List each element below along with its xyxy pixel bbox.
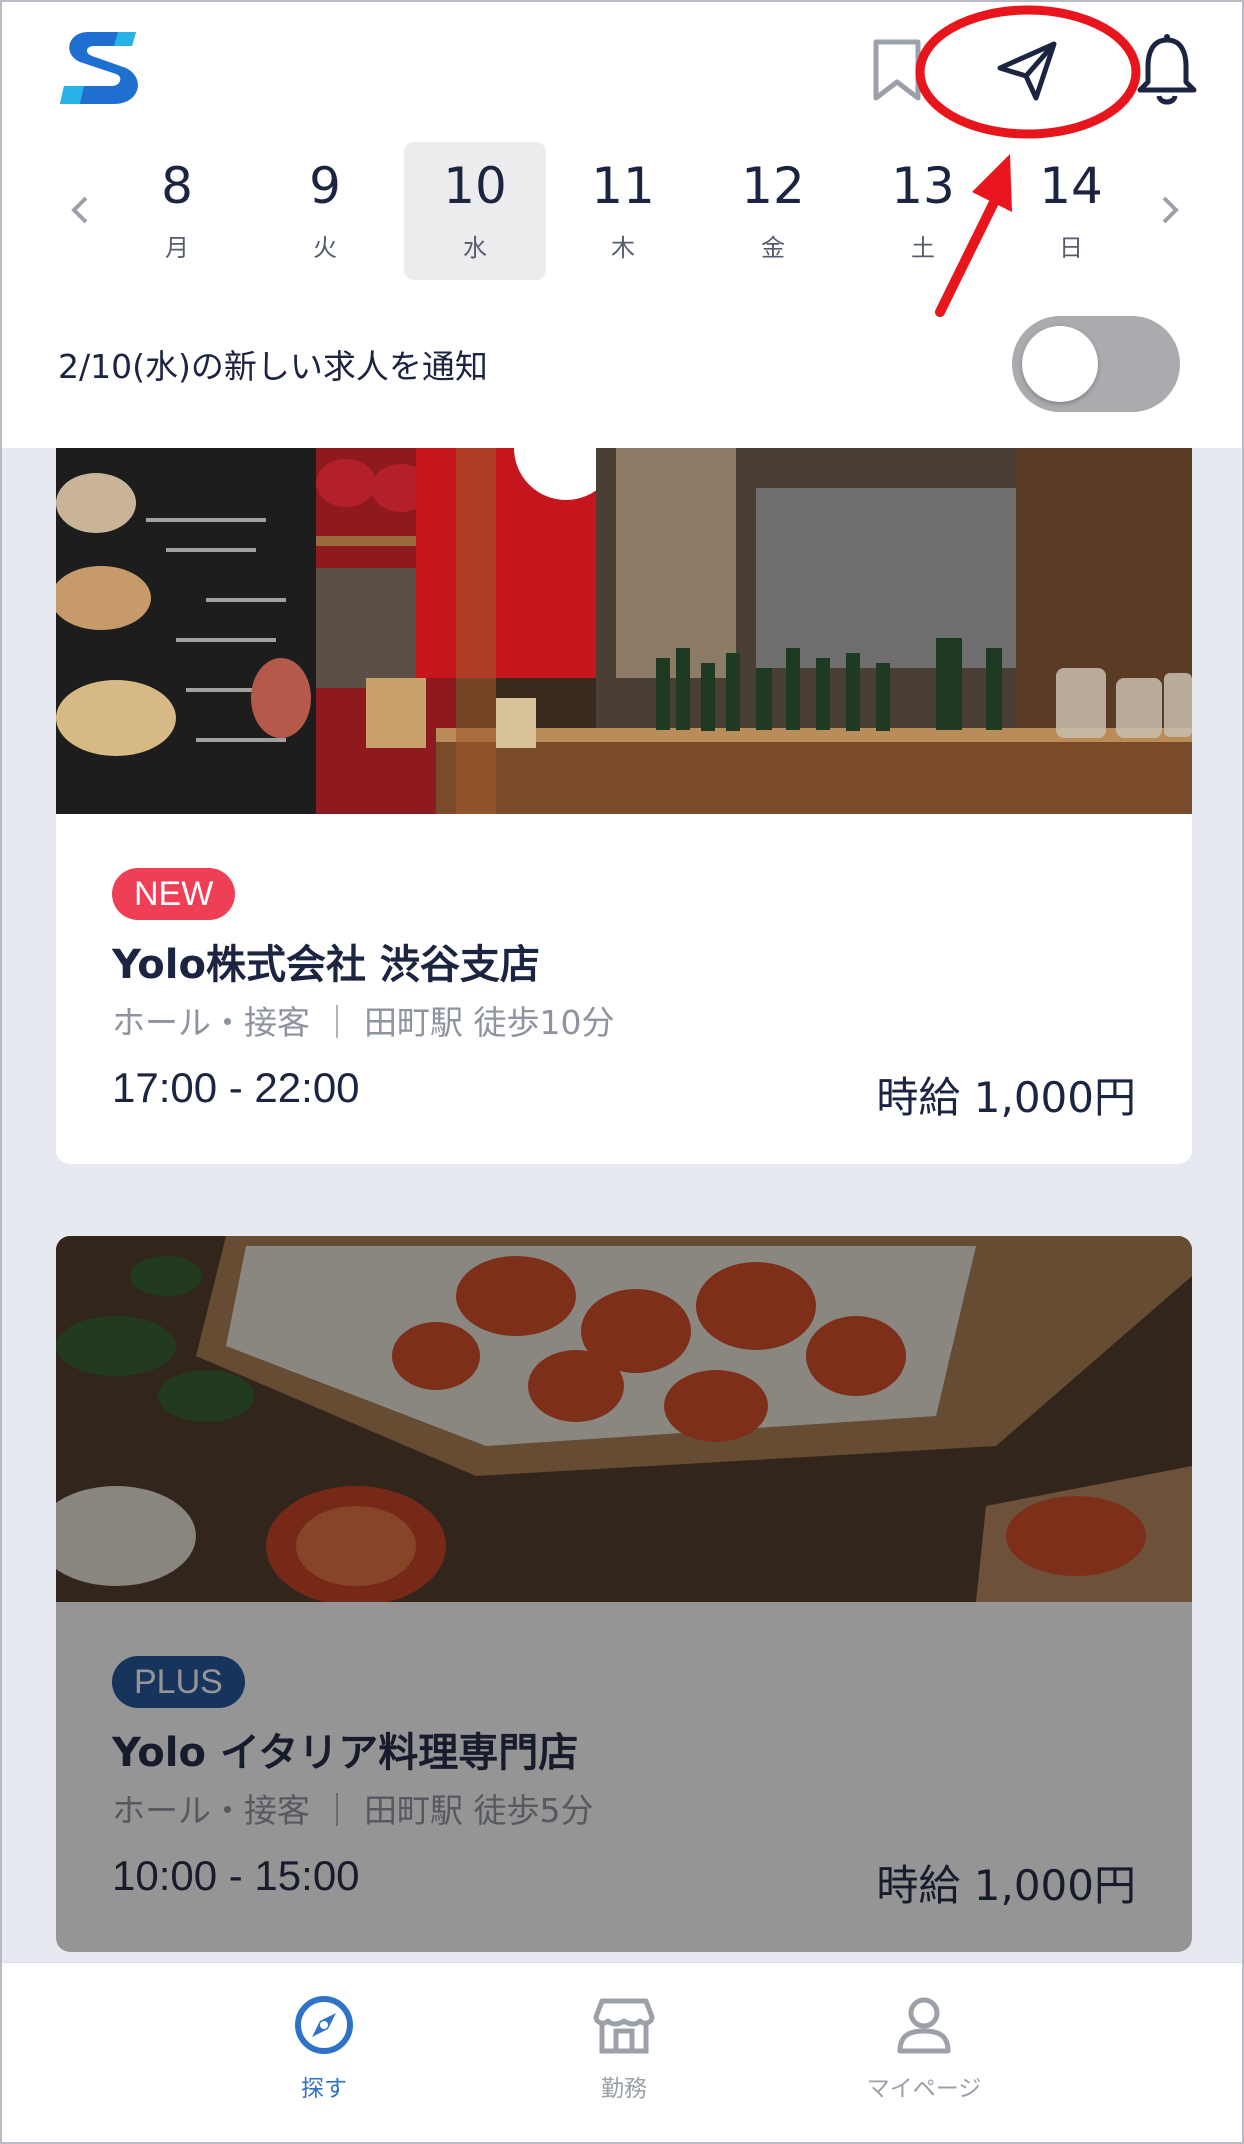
tab-explore[interactable]: 探す [204, 1993, 444, 2123]
store-icon [593, 1998, 655, 2054]
dim-overlay [56, 1236, 1192, 1952]
job-card-body: NEW Yolo株式会社 渋谷支店 ホール・接客 ｜ 田町駅 徒歩10分 17:… [56, 814, 1192, 1164]
compass-icon [295, 1996, 353, 2054]
chevron-right-icon[interactable] [1150, 185, 1190, 235]
date-item[interactable]: 14 日 [1000, 142, 1142, 280]
date-item[interactable]: 9火 [254, 142, 396, 280]
bottom-nav: 探す 勤務 マイページ [2, 1962, 1242, 2142]
notify-label: 2/10(水)の新しい求人を通知 [58, 347, 488, 386]
date-item[interactable]: 13 土 [852, 142, 994, 280]
job-subtitle: ホール・接客 ｜ 田町駅 徒歩10分 [112, 1003, 615, 1042]
tab-mypage[interactable]: マイページ [804, 1993, 1044, 2123]
date-item-selected[interactable]: 10 水 [404, 142, 546, 280]
app-logo[interactable] [58, 24, 148, 114]
date-picker: 8月 9火 10 水 11 木 12 金 13 土 14 日 [2, 140, 1242, 280]
notify-toggle[interactable] [1012, 316, 1180, 412]
date-item[interactable]: 8月 [106, 142, 248, 280]
toggle-knob [1022, 326, 1098, 402]
job-title: Yolo株式会社 渋谷支店 [112, 942, 540, 988]
chevron-left-icon[interactable] [60, 185, 100, 235]
notify-row: 2/10(水)の新しい求人を通知 [2, 302, 1242, 422]
job-time: 17:00 - 22:00 [112, 1064, 360, 1111]
bell-icon[interactable] [1132, 30, 1202, 110]
job-pay: 時給 1,000円 [876, 1073, 1136, 1122]
tab-work[interactable]: 勤務 [504, 1993, 744, 2123]
header: 8月 9火 10 水 11 木 12 金 13 土 14 日 2/10(水)の新しい求人を… [2, 2, 1242, 448]
send-icon[interactable] [992, 30, 1062, 110]
date-item[interactable]: 11 木 [552, 142, 694, 280]
job-card[interactable]: NEW Yolo株式会社 渋谷支店 ホール・接客 ｜ 田町駅 徒歩10分 17:… [56, 448, 1192, 1164]
bookmark-icon[interactable] [862, 30, 932, 110]
date-item[interactable]: 12 金 [702, 142, 844, 280]
restaurant-photo [56, 448, 1192, 814]
app-screen: 8月 9火 10 水 11 木 12 金 13 土 14 日 2/10(水)の新しい求人を… [0, 0, 1244, 2144]
job-card[interactable]: PLUS Yolo イタリア料理専門店 ホール・接客 ｜ 田町駅 徒歩5分 10… [56, 1236, 1192, 1952]
new-badge: NEW [112, 868, 236, 920]
person-icon [897, 1997, 951, 2054]
